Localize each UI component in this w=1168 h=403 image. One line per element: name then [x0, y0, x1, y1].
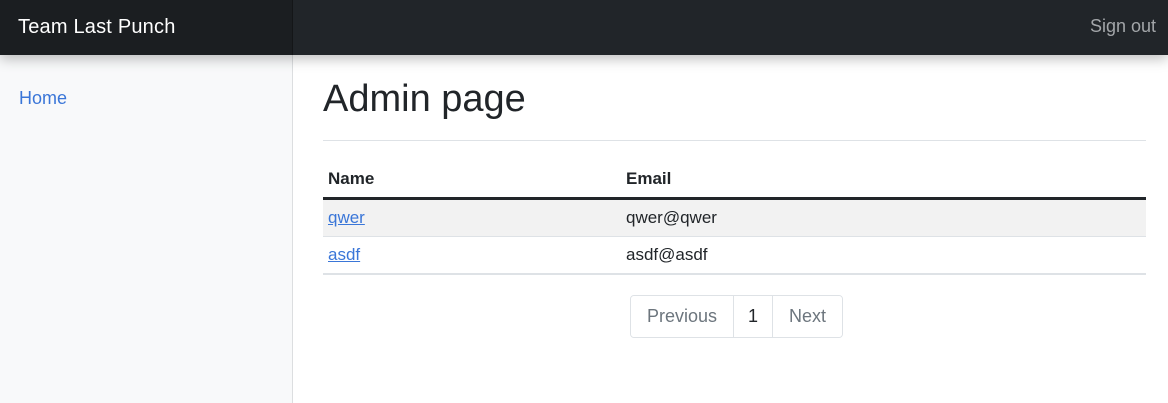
users-table: Name Email qwer qwer@qwer asdf asdf@asdf: [323, 161, 1146, 275]
table-header-row: Name Email: [323, 161, 1146, 200]
user-name-link[interactable]: qwer: [328, 208, 365, 227]
sign-out-link[interactable]: Sign out: [1090, 0, 1156, 55]
previous-page-button[interactable]: Previous: [631, 296, 734, 337]
name-cell: qwer: [323, 198, 621, 237]
brand-link[interactable]: Team Last Punch: [0, 0, 293, 55]
table-row: asdf asdf@asdf: [323, 236, 1146, 275]
column-header-name: Name: [323, 161, 621, 200]
user-name-link[interactable]: asdf: [328, 245, 360, 264]
name-cell: asdf: [323, 236, 621, 275]
page-title: Admin page: [323, 78, 526, 120]
column-header-email: Email: [621, 161, 1146, 200]
title-divider: [323, 140, 1146, 141]
page-number-button[interactable]: 1: [733, 296, 773, 337]
email-cell: asdf@asdf: [621, 236, 1146, 275]
pagination: Previous 1 Next: [630, 295, 844, 338]
sidebar: Home: [0, 55, 293, 403]
sidebar-item-home[interactable]: Home: [19, 88, 67, 109]
top-navbar: Team Last Punch Sign out: [0, 0, 1168, 55]
email-cell: qwer@qwer: [621, 198, 1146, 237]
next-page-button[interactable]: Next: [772, 296, 843, 337]
table-row: qwer qwer@qwer: [323, 198, 1146, 237]
